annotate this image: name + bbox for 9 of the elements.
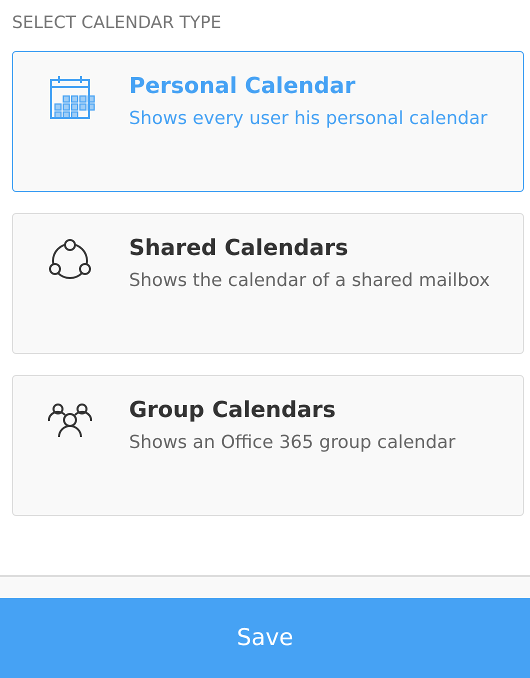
option-description: Shows every user his personal calendar [129,107,488,131]
option-title: Personal Calendar [129,73,356,101]
calendar-type-option[interactable]: Shared Calendars Shows the calendar of a shared mailbox [12,213,524,354]
option-description: Shows the calendar of a shared mailbox [129,269,490,293]
option-description: Shows an Office 365 group calendar [129,431,456,455]
option-title: Group Calendars [129,397,337,425]
option-title: Shared Calendars [129,235,350,263]
calendar-type-option[interactable]: Group Calendars Shows an Office 365 group calendar [12,375,524,516]
section-heading: SELECT CALENDAR TYPE [12,12,222,35]
